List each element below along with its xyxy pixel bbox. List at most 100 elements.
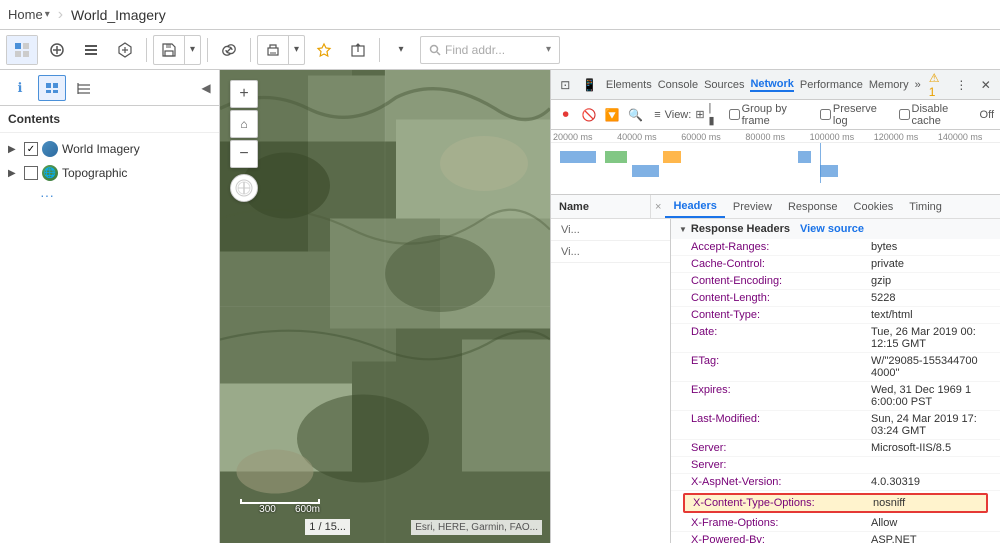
tab-info[interactable]: ℹ <box>6 75 34 101</box>
layer-expand-icon[interactable]: ▶ <box>8 144 20 155</box>
response-tab[interactable]: Response <box>780 195 846 218</box>
filter-button[interactable]: 🔽 <box>604 105 621 125</box>
tab-contents[interactable] <box>38 75 66 101</box>
map-controls: + ⌂ − <box>230 80 258 202</box>
header-value: text/html <box>871 309 980 321</box>
save-dropdown-button[interactable]: ▾ <box>184 36 200 64</box>
save-button[interactable] <box>154 36 184 64</box>
zoom-out-button[interactable]: − <box>230 140 258 168</box>
tab-table[interactable] <box>70 75 98 101</box>
scale-label-600: 600m <box>295 504 320 515</box>
map-area[interactable]: + ⌂ − 300 600m Esri, HERE, Garmin, FAO..… <box>220 70 550 543</box>
header-value: Allow <box>871 517 980 529</box>
link-button[interactable] <box>214 36 244 64</box>
devtools-close-icon[interactable]: ✕ <box>978 75 994 95</box>
print-button[interactable] <box>258 36 288 64</box>
header-value: W/"29085-1553447004000" <box>871 355 980 379</box>
headers-tab[interactable]: Headers <box>665 195 724 218</box>
disable-cache-checkbox[interactable] <box>899 109 910 120</box>
response-headers-section: ▼ Response Headers View source Accept-Ra… <box>671 219 1000 543</box>
clear-button[interactable]: 🚫 <box>580 105 597 125</box>
top-bar: Home ▾ › World_Imagery <box>0 0 1000 30</box>
toolbar-divider-3 <box>250 38 251 62</box>
view-grid-icon[interactable]: ⊞ <box>695 108 704 121</box>
network-content: Vi... Vi... ▼ Response Headers View sour… <box>551 219 1000 543</box>
name-tab[interactable]: Name <box>551 195 651 218</box>
header-name: ETag: <box>691 355 871 379</box>
zoom-in-button[interactable]: + <box>230 80 258 108</box>
search-button[interactable]: 🔍 <box>627 105 644 125</box>
header-value: nosniff <box>873 497 978 509</box>
item-1-label: Vi... <box>557 222 584 238</box>
bookmark-button[interactable] <box>309 36 339 64</box>
tab-more[interactable]: » <box>915 79 921 91</box>
item-2-label: Vi... <box>557 244 584 260</box>
preview-tab[interactable]: Preview <box>725 195 780 218</box>
collapse-panel-button[interactable]: ◀ <box>199 75 213 101</box>
header-row: Content-Length:5228 <box>671 290 1000 307</box>
response-headers-title[interactable]: ▼ Response Headers View source <box>671 219 1000 239</box>
tl-bar-6 <box>820 165 838 177</box>
add-data-button[interactable] <box>110 36 140 64</box>
preserve-controls: Preserve log <box>820 103 885 127</box>
tl-bar-3 <box>632 165 659 177</box>
share-button[interactable] <box>343 36 373 64</box>
header-name: X-Frame-Options: <box>691 517 871 529</box>
more-button[interactable]: ▾ <box>386 36 416 64</box>
layer-item-topographic[interactable]: ▶ 🌐 Topographic <box>0 161 219 185</box>
tab-network[interactable]: Network <box>750 78 793 92</box>
map-page-info: 1 / 15... <box>305 519 350 535</box>
tab-console[interactable]: Console <box>658 79 698 91</box>
record-button[interactable]: ⏺ <box>557 105 574 125</box>
preserve-log-checkbox[interactable] <box>820 109 831 120</box>
layer-more-options[interactable]: ··· <box>0 185 219 205</box>
tab-sources[interactable]: Sources <box>704 79 744 91</box>
group-checkbox[interactable] <box>729 109 740 120</box>
home-extent-button[interactable]: ⌂ <box>230 110 258 138</box>
tl-label-80: 80000 ms <box>743 132 807 142</box>
network-item-2[interactable]: Vi... <box>551 241 670 263</box>
network-item-1[interactable]: Vi... <box>551 219 670 241</box>
view-controls: ≡ View: ⊞ |▮ <box>654 102 714 127</box>
devtools-cursor-icon[interactable]: ⊡ <box>557 75 573 95</box>
layer-list-button[interactable] <box>76 36 106 64</box>
map-view-button[interactable] <box>7 36 37 64</box>
add-layer-button[interactable] <box>42 36 72 64</box>
layer-icon-world <box>42 141 58 157</box>
tab-elements[interactable]: Elements <box>606 79 652 91</box>
devtools-warning-icon[interactable]: ⚠ 1 <box>929 75 945 95</box>
compass-button[interactable] <box>230 174 258 202</box>
layer-checkbox-topo[interactable] <box>24 166 38 180</box>
print-dropdown-button[interactable]: ▾ <box>288 36 304 64</box>
layer-expand-icon-topo[interactable]: ▶ <box>8 168 20 179</box>
scale-labels: 300 600m <box>240 504 320 515</box>
tl-bar-1 <box>560 151 596 163</box>
header-value: bytes <box>871 241 980 253</box>
close-tab-btn[interactable]: × <box>651 201 665 213</box>
disable-cache-label: Disable cache <box>912 103 970 127</box>
layer-item-world-imagery[interactable]: ▶ ✓ World Imagery <box>0 137 219 161</box>
header-row: Server: <box>671 457 1000 474</box>
cookies-tab[interactable]: Cookies <box>846 195 902 218</box>
timing-tab[interactable]: Timing <box>901 195 950 218</box>
page-title: World_Imagery <box>71 7 166 23</box>
devtools-phone-icon[interactable]: 📱 <box>581 75 597 95</box>
toolbar-divider-2 <box>207 38 208 62</box>
header-value: 5228 <box>871 292 980 304</box>
layer-checkbox-world[interactable]: ✓ <box>24 142 38 156</box>
header-value: gzip <box>871 275 980 287</box>
tab-performance[interactable]: Performance <box>800 79 863 91</box>
devtools-panel: ⊡ 📱 Elements Console Sources Network Per… <box>550 70 1000 543</box>
separator: › <box>58 6 63 24</box>
tab-memory[interactable]: Memory <box>869 79 909 91</box>
header-value: Sun, 24 Mar 2019 17:03:24 GMT <box>871 413 980 437</box>
tl-bar-5 <box>798 151 811 163</box>
view-bar-icon[interactable]: |▮ <box>709 102 715 127</box>
devtools-more-icon[interactable]: ⋮ <box>953 75 969 95</box>
find-address-button[interactable]: Find addr... ▾ <box>420 36 560 64</box>
header-name: Accept-Ranges: <box>691 241 871 253</box>
network-items-list: Vi... Vi... <box>551 219 671 543</box>
home-button[interactable]: Home ▾ <box>8 7 50 22</box>
header-value: ASP.NET <box>871 534 980 543</box>
view-source-link[interactable]: View source <box>800 223 864 235</box>
